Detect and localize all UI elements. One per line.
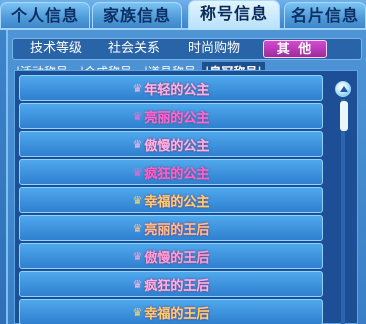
title-label: 幸福的公主 [144, 194, 210, 210]
tab-family-info[interactable]: 家族信息 [92, 2, 182, 28]
title-row[interactable]: ♛ 傲慢的公主 [19, 131, 323, 157]
title-row[interactable]: ♛ 疯狂的公主 [19, 159, 323, 185]
scroll-up-button[interactable] [335, 81, 351, 97]
title-list-box: ♛ 年轻的公主 ♛ 亮丽的公主 ♛ 傲慢的公主 ♛ 疯狂的公主 ♛ 幸福的公主 … [14, 70, 358, 324]
title-row[interactable]: ♛ 幸福的公主 [19, 187, 323, 213]
crown-icon: ♛ [132, 137, 143, 151]
top-tab-bar: 个人信息 家族信息 称号信息 名片信息 [0, 0, 366, 30]
category-other[interactable]: 其 他 [263, 40, 327, 58]
category-fashion[interactable]: 时尚购物 [177, 40, 251, 58]
title-label: 亮丽的公主 [144, 110, 210, 126]
crown-icon: ♛ [132, 305, 143, 319]
scroll-thumb[interactable] [340, 101, 348, 131]
crown-icon: ♛ [132, 277, 143, 291]
crown-icon: ♛ [132, 249, 143, 263]
title-label: 疯狂的王后 [144, 278, 210, 294]
title-label: 幸福的王后 [144, 306, 210, 322]
title-row[interactable]: ♛ 亮丽的王后 [19, 215, 323, 241]
category-tab-bar: 技术等级 社会关系 时尚购物 其 他 [12, 38, 362, 60]
list-scrollbar[interactable] [335, 81, 351, 324]
tab-title-info[interactable]: 称号信息 [188, 0, 280, 30]
crown-icon: ♛ [132, 221, 143, 235]
category-social[interactable]: 社会关系 [99, 40, 169, 58]
title-row[interactable]: ♛ 疯狂的王后 [19, 271, 323, 297]
title-label: 疯狂的公主 [144, 166, 210, 182]
scroll-track[interactable] [341, 99, 345, 324]
title-row[interactable]: ♛ 傲慢的王后 [19, 243, 323, 269]
crown-icon: ♛ [132, 109, 143, 123]
title-label: 亮丽的王后 [144, 222, 210, 238]
title-row[interactable]: ♛ 亮丽的公主 [19, 103, 323, 129]
title-label: 年轻的公主 [144, 82, 210, 98]
crown-icon: ♛ [132, 81, 143, 95]
crown-icon: ♛ [132, 193, 143, 207]
title-row[interactable]: ♛ 年轻的公主 [19, 75, 323, 101]
title-label: 傲慢的公主 [144, 138, 210, 154]
tab-personal-info[interactable]: 个人信息 [0, 2, 90, 28]
crown-icon: ♛ [132, 165, 143, 179]
tab-card-info[interactable]: 名片信息 [284, 2, 366, 28]
title-label: 傲慢的王后 [144, 250, 210, 266]
title-row[interactable]: ♛ 幸福的王后 [19, 299, 323, 324]
category-tech-level[interactable]: 技术等级 [21, 40, 91, 58]
